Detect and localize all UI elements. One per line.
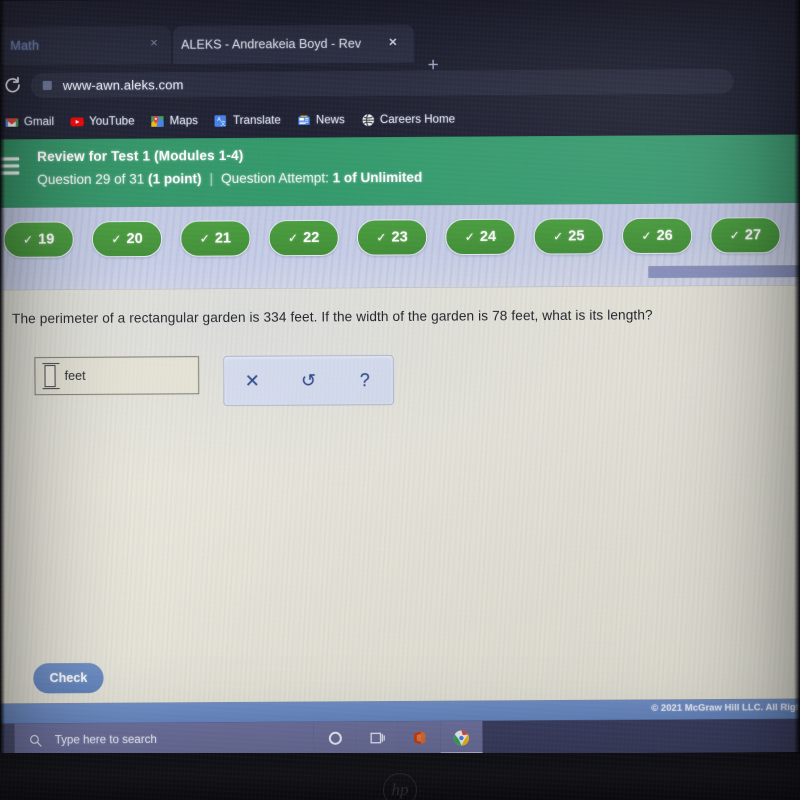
check-icon: ✓: [199, 231, 210, 246]
check-icon: ✓: [22, 232, 34, 247]
hp-brand-logo: hp: [383, 773, 417, 800]
clear-x-icon[interactable]: ✕: [235, 364, 269, 398]
help-question-icon[interactable]: ?: [348, 363, 382, 397]
task-view-icon[interactable]: [355, 721, 399, 755]
bookmark-news[interactable]: News: [297, 113, 345, 127]
bookmark-label: Translate: [233, 114, 281, 127]
question-pill-19[interactable]: ✓ 19: [3, 221, 74, 258]
site-info-icon[interactable]: [42, 80, 52, 90]
pill-number: 22: [303, 229, 320, 247]
svg-text:文: 文: [221, 119, 227, 127]
horizontal-scrollbar-thumb[interactable]: [648, 265, 800, 279]
question-body: The perimeter of a rectangular garden is…: [0, 285, 800, 704]
question-pill-27[interactable]: ✓ 27: [710, 217, 781, 254]
bookmark-label: Maps: [169, 115, 198, 128]
browser-chrome: Math × ALEKS - Andreakeia Boyd - Rev × +: [0, 0, 800, 140]
bookmark-label: YouTube: [89, 115, 135, 128]
tab-title: Math: [10, 38, 40, 54]
question-text: The perimeter of a rectangular garden is…: [11, 307, 653, 327]
browser-tab-math[interactable]: Math: [0, 25, 172, 66]
answer-unit-label: feet: [64, 368, 86, 384]
undo-icon[interactable]: ↺: [291, 363, 325, 397]
news-icon: [297, 113, 311, 127]
aleks-header: Review for Test 1 (Modules 1-4) Question…: [0, 134, 800, 208]
pill-number: 21: [214, 230, 232, 247]
url-text: www-awn.aleks.com: [62, 77, 184, 93]
tab-close-icon[interactable]: ×: [147, 35, 161, 50]
bookmark-label: Careers Home: [379, 113, 456, 127]
check-icon: ✓: [553, 229, 564, 244]
check-icon: ✓: [729, 228, 740, 243]
question-meta: Question 29 of 31 (1 point) | Question A…: [37, 170, 422, 187]
laptop-bottom-bezel: hp: [0, 753, 800, 800]
url-input[interactable]: www-awn.aleks.com: [30, 68, 734, 99]
check-icon: ✓: [287, 230, 299, 246]
cortana-ring-shape: [328, 731, 342, 745]
question-pill-22[interactable]: ✓ 22: [268, 219, 339, 257]
youtube-icon: [70, 115, 84, 129]
translate-icon: A文: [214, 114, 228, 128]
globe-icon: [361, 113, 375, 127]
question-counter: Question 29 of 31 (1 point): [37, 171, 202, 188]
question-pill-21[interactable]: ✓ 21: [180, 220, 251, 257]
photographed-laptop-screen: Math × ALEKS - Andreakeia Boyd - Rev × +: [0, 0, 800, 800]
chrome-icon[interactable]: [440, 720, 483, 755]
pill-number: 20: [126, 230, 143, 248]
cortana-icon[interactable]: [313, 721, 357, 756]
check-icon: ✓: [111, 232, 122, 247]
bookmark-youtube[interactable]: YouTube: [70, 115, 135, 129]
pill-number: 23: [391, 229, 408, 246]
check-button[interactable]: Check: [33, 662, 104, 694]
search-magnifier-icon: [29, 733, 43, 747]
bookmark-label: News: [315, 114, 345, 127]
windows-taskbar: Type here to search: [0, 718, 800, 757]
check-icon: ✓: [464, 229, 475, 245]
bookmark-maps[interactable]: Maps: [151, 114, 198, 128]
pill-number: 27: [744, 227, 762, 244]
question-pill-list: ✓ 19 ✓ 20 ✓ 21 ✓ 22 ✓ 23 ✓ 24 ✓ 25 ✓ 26 …: [3, 217, 781, 258]
tab-title: ALEKS - Andreakeia Boyd - Rev: [181, 36, 362, 52]
meta-separator: |: [209, 171, 214, 187]
check-icon: ✓: [376, 230, 387, 245]
answer-input[interactable]: feet: [34, 356, 200, 396]
search-placeholder-text: Type here to search: [54, 733, 157, 747]
question-navigator-strip: ✓ 19 ✓ 20 ✓ 21 ✓ 22 ✓ 23 ✓ 24 ✓ 25 ✓ 26 …: [0, 202, 800, 291]
copyright-text: © 2021 McGraw Hill LLC. All Righ: [651, 701, 800, 714]
attempt-value: 1 of Unlimited: [332, 170, 423, 186]
answer-row: feet ✕ ↺ ?: [34, 354, 395, 407]
reload-icon[interactable]: [3, 75, 23, 95]
tab-close-icon[interactable]: ×: [386, 34, 400, 50]
bookmarks-bar: Gmail YouTube Maps A文 Translate News Car…: [0, 102, 800, 137]
tab-strip: Math × ALEKS - Andreakeia Boyd - Rev × +: [0, 20, 800, 76]
screen-content: Math × ALEKS - Andreakeia Boyd - Rev × +: [0, 0, 800, 776]
maps-icon: [151, 114, 165, 128]
question-pill-20[interactable]: ✓ 20: [91, 220, 163, 258]
page-title: Review for Test 1 (Modules 1-4): [37, 148, 244, 165]
pill-number: 26: [656, 227, 673, 244]
text-entry-caret-icon: [44, 365, 56, 388]
question-pill-23[interactable]: ✓ 23: [356, 219, 428, 256]
attempt-counter: Question Attempt: 1 of Unlimited: [221, 170, 423, 187]
math-toolbar: ✕ ↺ ?: [223, 354, 395, 407]
question-pill-26[interactable]: ✓ 26: [621, 217, 693, 255]
gmail-icon: [5, 115, 19, 129]
question-pill-25[interactable]: ✓ 25: [533, 218, 605, 255]
browser-tab-aleks[interactable]: ALEKS - Andreakeia Boyd - Rev: [172, 24, 415, 65]
pill-number: 25: [568, 228, 585, 245]
question-points: (1 point): [148, 171, 202, 187]
bookmark-gmail[interactable]: Gmail: [5, 115, 54, 129]
address-bar-row: www-awn.aleks.com: [0, 62, 800, 103]
screen-right-edge: [794, 0, 800, 753]
office-icon[interactable]: [398, 721, 441, 755]
pill-number: 19: [38, 231, 55, 248]
bookmark-careers-home[interactable]: Careers Home: [361, 113, 455, 128]
check-icon: ✓: [641, 228, 652, 243]
pill-number: 24: [479, 228, 497, 245]
question-pill-24[interactable]: ✓ 24: [445, 218, 516, 256]
search-input[interactable]: Type here to search: [14, 721, 314, 757]
bookmark-label: Gmail: [23, 116, 55, 129]
screen-left-edge: [0, 0, 5, 753]
taskbar-icon-group: [313, 720, 483, 756]
bookmark-translate[interactable]: A文 Translate: [214, 114, 281, 128]
